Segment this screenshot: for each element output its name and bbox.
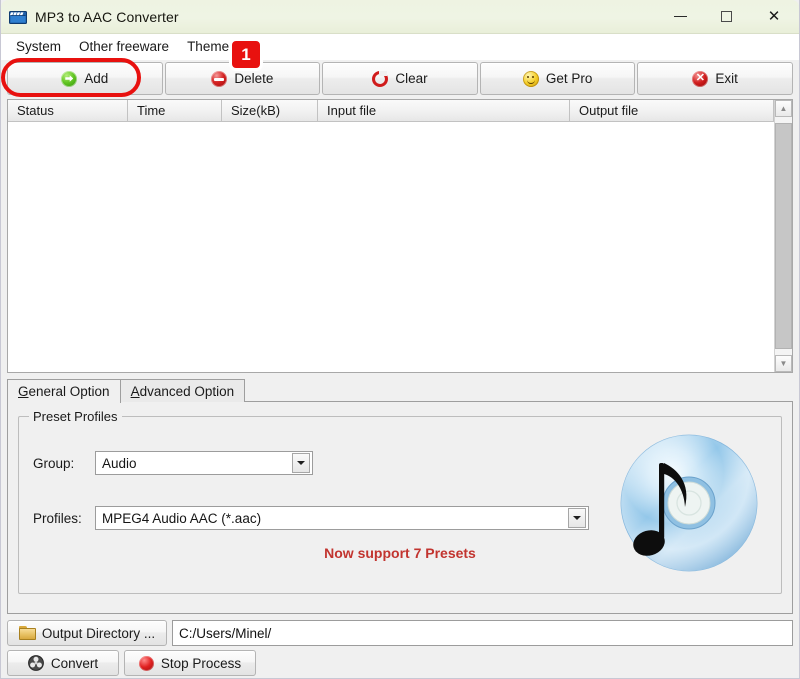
- stop-process-button[interactable]: Stop Process: [124, 650, 256, 676]
- chevron-down-icon[interactable]: [568, 508, 586, 528]
- group-label: Group:: [33, 455, 75, 471]
- audio-cd-music-note-icon: [615, 431, 763, 579]
- window-controls: ✕: [657, 0, 799, 33]
- column-header-status[interactable]: Status: [8, 100, 128, 122]
- tab-advanced-accel: A: [130, 383, 140, 399]
- maximize-button[interactable]: [703, 0, 749, 33]
- chevron-up-icon: ▲: [779, 103, 788, 113]
- chevron-down-icon: ▼: [779, 358, 788, 368]
- file-list[interactable]: Status Time Size(kB) Input file Output f…: [7, 99, 793, 373]
- profiles-select-value: MPEG4 Audio AAC (*.aac): [102, 510, 262, 526]
- app-window: MP3 to AAC Converter ✕ System Other free…: [0, 0, 800, 679]
- exit-button[interactable]: ✕ Exit: [637, 62, 793, 95]
- output-directory-input[interactable]: C:/Users/Minel/: [172, 620, 793, 646]
- file-list-inner: Status Time Size(kB) Input file Output f…: [8, 100, 792, 372]
- maximize-icon: [720, 11, 732, 22]
- file-list-body[interactable]: [8, 122, 774, 372]
- film-reel-icon: [27, 655, 44, 671]
- minimize-icon: [673, 16, 687, 17]
- chevron-down-icon[interactable]: [292, 453, 310, 473]
- convert-button-label: Convert: [50, 655, 99, 671]
- toolbar: Add Delete Clear Get Pro ✕ Exit: [1, 58, 793, 97]
- profiles-field-row: Profiles: MPEG4 Audio AAC (*.aac): [33, 506, 589, 530]
- minimize-button[interactable]: [657, 0, 703, 33]
- red-stop-circle-icon: [138, 655, 154, 671]
- group-select[interactable]: Audio: [95, 451, 313, 475]
- preset-profiles-groupbox: Preset Profiles Group: Audio Profiles: M…: [18, 409, 782, 594]
- tab-general-label: eneral Option: [28, 384, 110, 399]
- add-button-label: Add: [84, 71, 109, 86]
- stop-process-button-label: Stop Process: [160, 655, 242, 671]
- clear-button[interactable]: Clear: [322, 62, 478, 95]
- menu-bar: System Other freeware Theme: [1, 34, 799, 60]
- get-pro-button-label: Get Pro: [545, 71, 593, 86]
- menu-item-system[interactable]: System: [7, 36, 70, 57]
- file-list-columns: Status Time Size(kB) Input file Output f…: [8, 100, 774, 372]
- scroll-up-button[interactable]: ▲: [775, 100, 792, 117]
- red-ring-icon: [372, 70, 389, 87]
- scrollbar-thumb[interactable]: [775, 123, 792, 349]
- profiles-label: Profiles:: [33, 510, 82, 526]
- window-title: MP3 to AAC Converter: [35, 8, 179, 25]
- film-clapper-icon: [9, 8, 27, 26]
- title-bar[interactable]: MP3 to AAC Converter ✕: [1, 0, 799, 34]
- preset-profiles-legend: Preset Profiles: [29, 409, 122, 424]
- delete-button-label: Delete: [234, 71, 274, 86]
- exit-button-label: Exit: [715, 71, 738, 86]
- folder-icon: [18, 626, 36, 640]
- get-pro-button[interactable]: Get Pro: [479, 62, 636, 95]
- column-header-time[interactable]: Time: [128, 100, 222, 122]
- output-directory-row: Output Directory ... C:/Users/Minel/: [7, 620, 793, 646]
- column-header-input-file[interactable]: Input file: [318, 100, 570, 122]
- step-badge-1: 1: [229, 38, 263, 71]
- profiles-select[interactable]: MPEG4 Audio AAC (*.aac): [95, 506, 589, 530]
- convert-button[interactable]: Convert: [7, 650, 119, 676]
- options-tabs-area: General Option Advanced Option Preset Pr…: [7, 379, 793, 614]
- red-minus-circle-icon: [211, 70, 228, 87]
- action-buttons-row: Convert Stop Process: [7, 650, 793, 676]
- close-button[interactable]: ✕: [749, 0, 799, 33]
- output-directory-button[interactable]: Output Directory ...: [7, 620, 167, 646]
- green-circle-arrow-icon: [61, 70, 78, 87]
- file-list-header: Status Time Size(kB) Input file Output f…: [8, 100, 774, 122]
- scroll-down-button[interactable]: ▼: [775, 355, 792, 372]
- yellow-smiley-icon: [522, 70, 539, 87]
- output-directory-button-label: Output Directory ...: [41, 625, 156, 641]
- column-header-output-file[interactable]: Output file: [570, 100, 774, 122]
- group-select-value: Audio: [102, 455, 137, 471]
- tab-advanced-option[interactable]: Advanced Option: [119, 379, 246, 402]
- tab-general-accel: G: [18, 384, 29, 399]
- red-x-circle-icon: ✕: [692, 70, 709, 87]
- tab-general-option[interactable]: General Option: [7, 379, 121, 403]
- tab-panel-general-option: Preset Profiles Group: Audio Profiles: M…: [7, 401, 793, 614]
- tab-strip: General Option Advanced Option: [7, 379, 793, 403]
- group-field-row: Group: Audio: [33, 451, 313, 475]
- add-button[interactable]: Add: [1, 58, 163, 97]
- column-header-size[interactable]: Size(kB): [222, 100, 318, 122]
- file-list-scrollbar[interactable]: ▲ ▼: [774, 100, 792, 372]
- tab-advanced-label: dvanced Option: [139, 383, 235, 399]
- clear-button-label: Clear: [395, 71, 428, 86]
- close-icon: ✕: [767, 8, 781, 25]
- menu-item-other-freeware[interactable]: Other freeware: [70, 36, 178, 57]
